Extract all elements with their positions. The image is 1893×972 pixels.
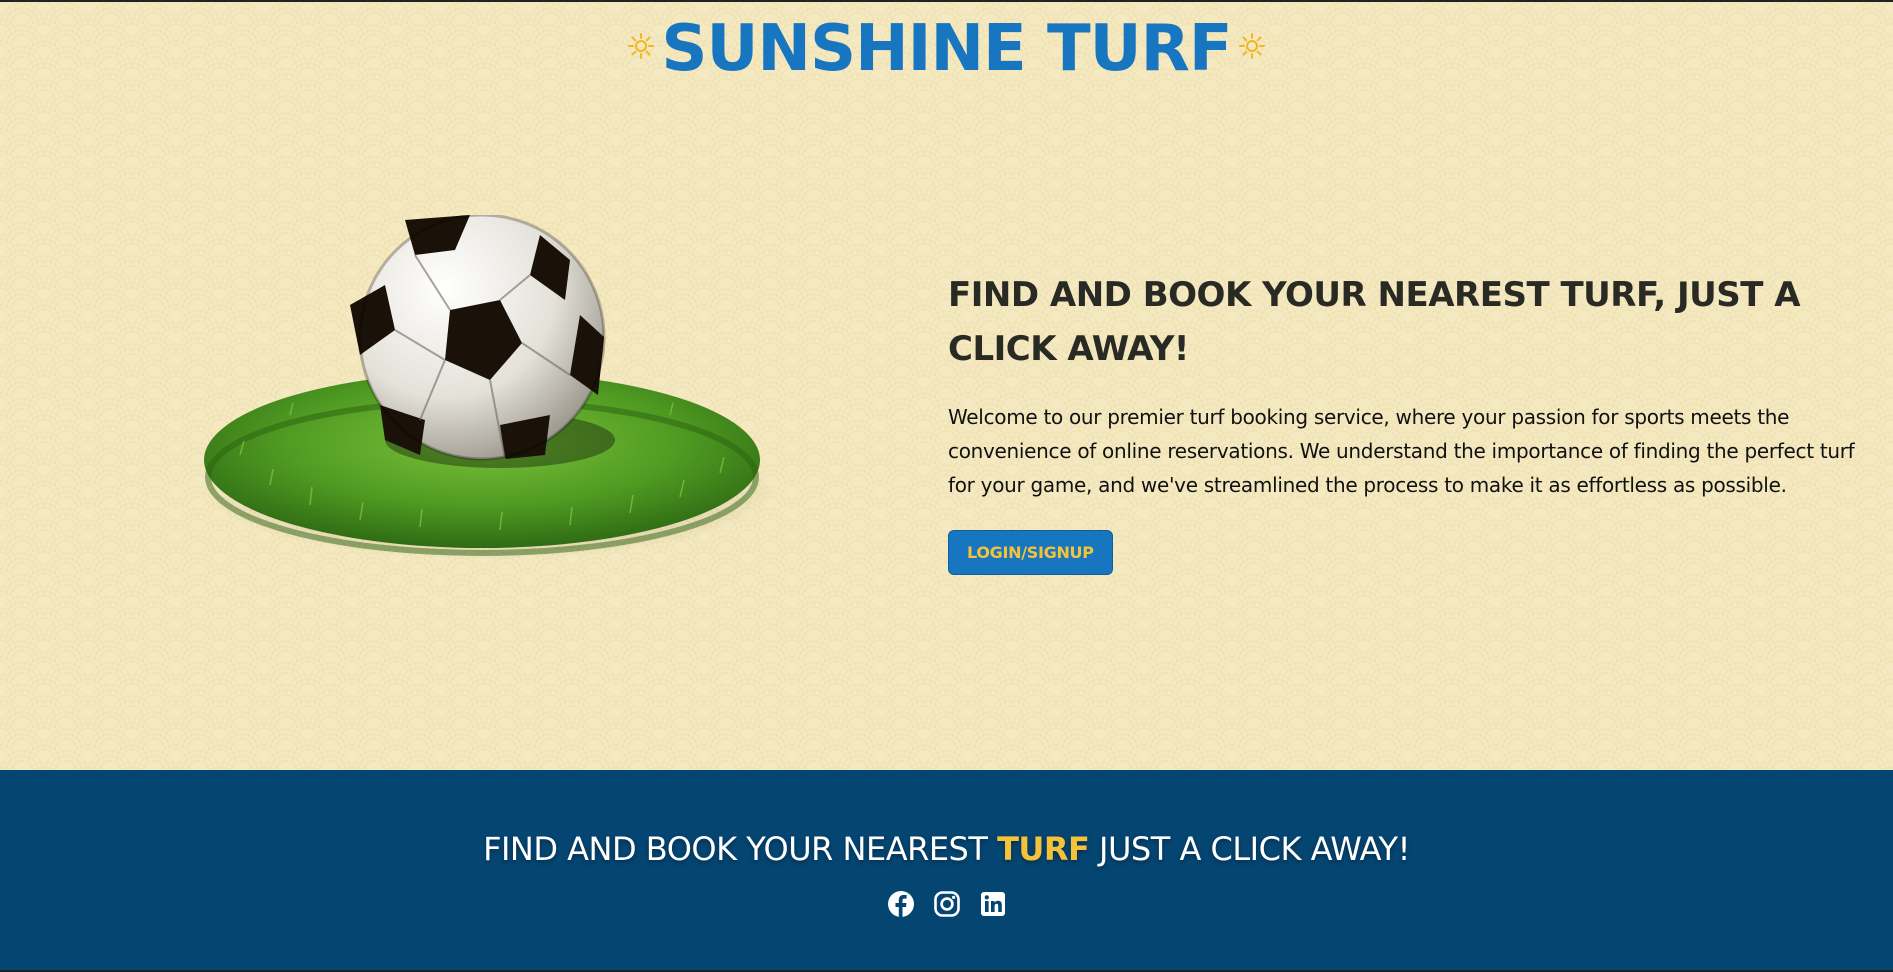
social-links xyxy=(0,890,1893,918)
footer: FIND AND BOOK YOUR NEAREST TURF JUST A C… xyxy=(0,770,1893,972)
sun-icon xyxy=(1238,33,1265,60)
instagram-icon[interactable] xyxy=(933,890,961,918)
sun-icon xyxy=(628,33,655,60)
facebook-icon[interactable] xyxy=(887,890,915,918)
linkedin-icon[interactable] xyxy=(979,890,1007,918)
footer-tagline: FIND AND BOOK YOUR NEAREST TURF JUST A C… xyxy=(0,830,1893,868)
hero-content: FIND AND BOOK YOUR NEAREST TURF, JUST A … xyxy=(948,268,1883,575)
site-logo[interactable]: SUNSHINE TURF xyxy=(0,12,1893,86)
hero-description: Welcome to our premier turf booking serv… xyxy=(948,405,1855,497)
footer-tagline-highlight: TURF xyxy=(997,830,1090,868)
footer-tagline-end: JUST A CLICK AWAY! xyxy=(1089,830,1410,868)
logo-text: SUNSHINE TURF xyxy=(661,12,1232,86)
footer-tagline-start: FIND AND BOOK YOUR NEAREST xyxy=(483,830,998,868)
soccer-ball-on-grass-image xyxy=(204,215,770,560)
login-signup-button[interactable]: LOGIN/SIGNUP xyxy=(948,530,1113,575)
hero-title: FIND AND BOOK YOUR NEAREST TURF, JUST A … xyxy=(948,275,1801,369)
